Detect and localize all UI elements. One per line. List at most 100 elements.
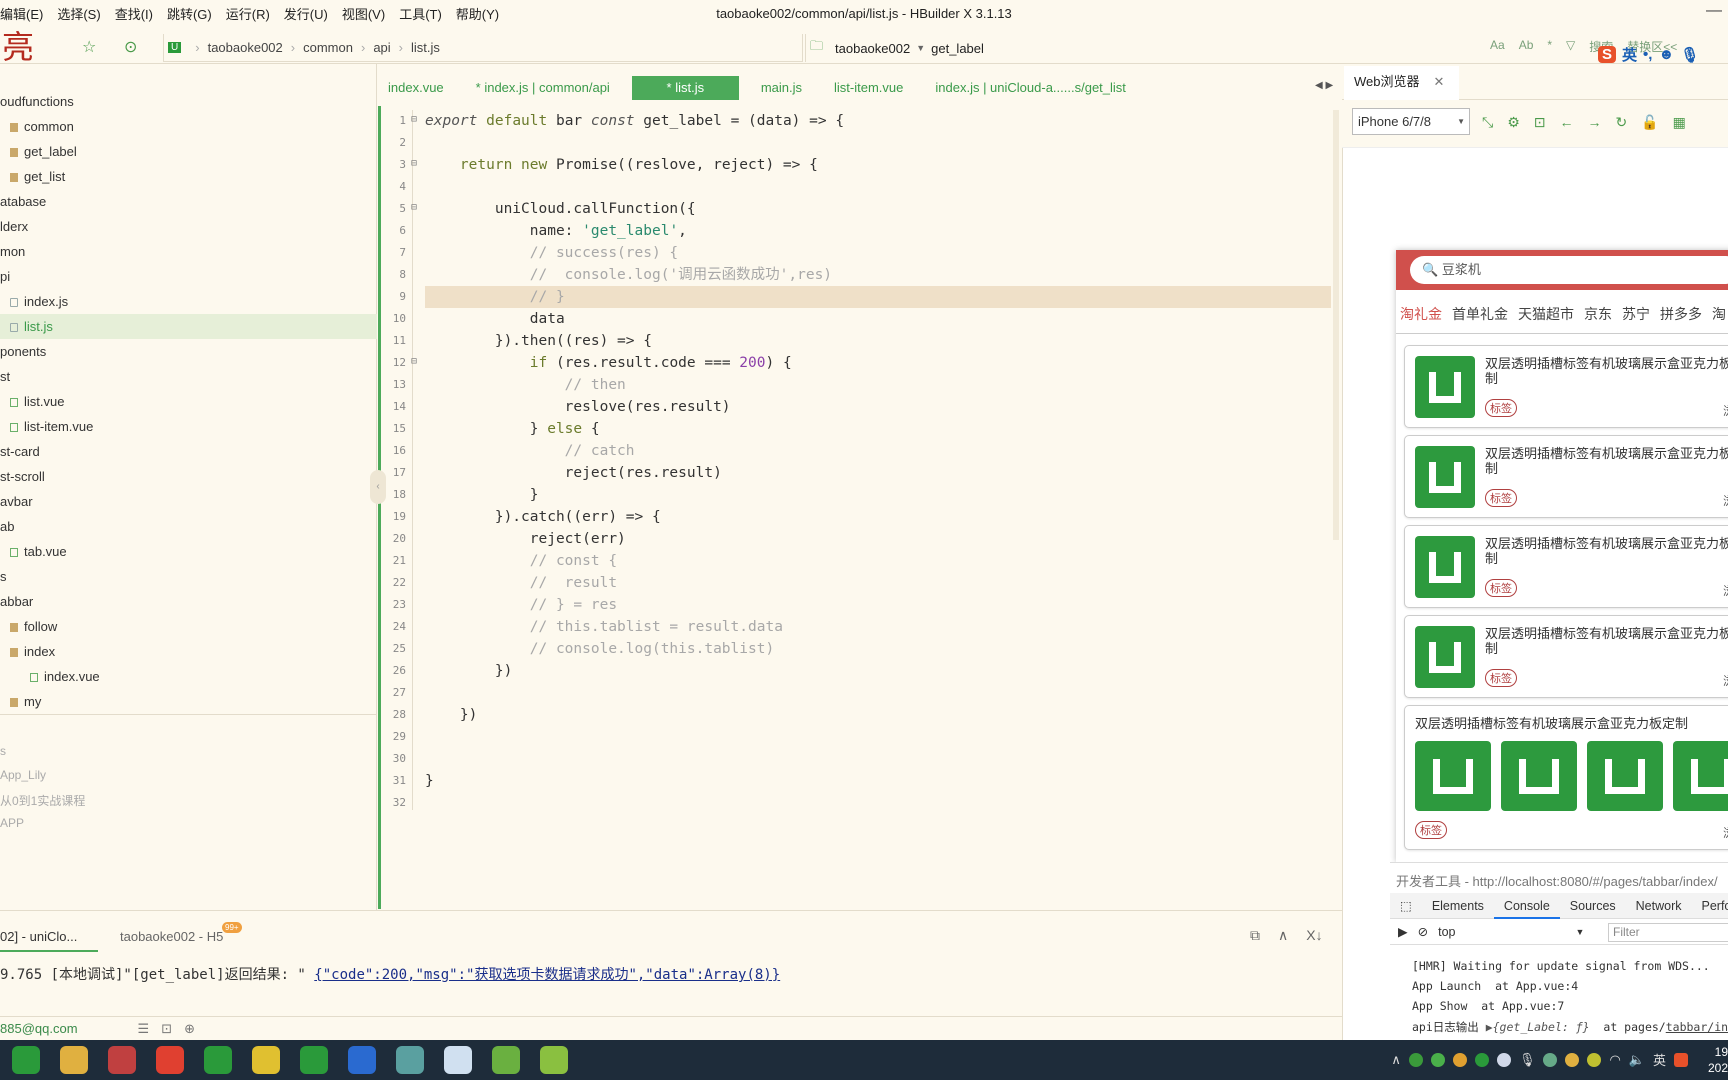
refresh-icon[interactable]: ↻ [1616,114,1628,131]
tab-index-vue[interactable]: index.vue [378,76,454,100]
app-tray-icon[interactable] [1408,1052,1423,1067]
sogou-icon[interactable] [1674,1052,1688,1067]
console-tab-h5[interactable]: taobaoke002 - H5 [120,929,223,944]
phone-nav-item[interactable]: 苏宁 [1622,304,1650,324]
notepad-icon[interactable] [540,1046,568,1074]
tree-item[interactable]: my [0,689,377,714]
export-icon[interactable]: ⧉ [1250,927,1260,944]
devtools-tab-elements[interactable]: Elements [1422,893,1494,919]
code-line[interactable]: // console.log(this.tablist) [425,638,774,660]
code-line[interactable]: } [425,484,539,506]
code-line[interactable]: reject(res.result) [425,462,722,484]
code-line[interactable]: } else { [425,418,600,440]
project-item[interactable]: 从0到1实战课程 [0,792,85,809]
account-email[interactable]: 885@qq.com [0,1021,78,1036]
menu-item[interactable]: 视图(V) [342,4,385,23]
product-card[interactable]: 双层透明插槽标签有机玻璃展示盒亚克力板定制标签浏 [1404,705,1728,850]
editor-scrollbar[interactable] [1333,110,1339,540]
app-icon[interactable] [108,1046,136,1074]
code-line[interactable]: return new Promise((reslove, reject) => … [425,154,818,176]
menu-item[interactable]: 编辑(E) [0,4,43,23]
device-select[interactable]: iPhone 6/7/8 ▼ [1352,108,1470,135]
devtools-tab-console[interactable]: Console [1493,893,1560,919]
close-icon[interactable]: ✕ [1434,74,1445,89]
ime-lang[interactable]: 英 [1622,44,1637,65]
code-line[interactable]: // const { [425,550,617,572]
tree-item[interactable]: list-item.vue [0,414,377,439]
filter-input[interactable]: Filter [1608,923,1728,942]
fold-toggle-icon[interactable]: ⊟ [411,202,417,213]
phone-nav-item[interactable]: 首单礼金 [1452,304,1508,324]
tree-item[interactable]: mon [0,239,377,264]
code-line[interactable]: // this.tablist = result.data [425,616,783,638]
tree-item[interactable]: avbar [0,489,377,514]
tab-list-item-vue[interactable]: list-item.vue [824,76,913,100]
tab-list-js[interactable]: * list.js [631,76,739,100]
menu-item[interactable]: 运行(R) [226,4,270,23]
tree-item[interactable]: atabase [0,189,377,214]
menu-item[interactable]: 查找(I) [115,4,153,23]
baidu-icon[interactable] [1496,1052,1511,1067]
wps-icon[interactable] [348,1046,376,1074]
clock[interactable]: 19 202 [1692,1044,1728,1076]
lock-icon[interactable]: 🔓 [1641,114,1658,131]
app-icon[interactable] [252,1046,280,1074]
code-line[interactable]: reject(err) [425,528,626,550]
tree-item[interactable]: pi [0,264,377,289]
search-input[interactable]: get_label [931,41,984,56]
tab-index-js-common-api[interactable]: * index.js | common/api [466,76,620,100]
phone-nav-item[interactable]: 淘 [1712,304,1726,324]
search-tool[interactable]: * [1547,38,1552,55]
tree-item[interactable]: index [0,639,377,664]
qr-icon[interactable]: ▦ [1673,114,1686,131]
tree-item[interactable]: abbar [0,589,377,614]
tab-web-browser[interactable]: Web浏览器 ✕ [1344,66,1459,100]
code-line[interactable]: }) [425,660,512,682]
menu-item[interactable]: 发行(U) [284,4,328,23]
code-line[interactable]: }).then((res) => { [425,330,652,352]
evernote-icon[interactable] [12,1046,40,1074]
phone-nav-item[interactable]: 京东 [1584,304,1612,324]
tree-item[interactable]: oudfunctions [0,89,377,114]
wechat-icon[interactable] [1430,1052,1445,1067]
inspect-icon[interactable]: ⬚ [1390,893,1422,919]
fold-toggle-icon[interactable]: ⊟ [411,158,417,169]
devtools-tab-network[interactable]: Network [1626,893,1692,919]
file-explorer-icon[interactable] [60,1046,88,1074]
devtools-tab-perform[interactable]: Perform [1692,893,1728,919]
emoji-icon[interactable]: ☻ [1658,46,1674,63]
code-line[interactable]: }) [425,704,477,726]
app-tray-icon[interactable] [1543,1052,1558,1067]
product-card[interactable]: 双层透明插槽标签有机玻璃展示盒亚克力板定制标签浏 [1404,525,1728,608]
console-tab-unicloud[interactable]: 02] - uniClo... [0,929,98,952]
tab-main-js[interactable]: main.js [751,76,812,100]
tree-item[interactable]: get_list [0,164,377,189]
breadcrumb-item[interactable]: api [373,40,390,55]
ime-punct[interactable]: •, [1643,46,1652,63]
code-line[interactable]: // catch [425,440,635,462]
chevron-up-icon[interactable]: ∧ [1278,927,1288,944]
code-line[interactable]: // then [425,374,626,396]
collapse-sidebar-button[interactable]: ‹ [370,470,386,504]
gear-icon[interactable]: ⚙ [1507,114,1520,131]
tree-item[interactable]: get_label [0,139,377,164]
menu-item[interactable]: 工具(T) [399,4,442,23]
phone-nav-item[interactable]: 拼多多 [1660,304,1702,324]
phone-nav-item[interactable]: 淘礼金 [1400,304,1442,324]
code-line[interactable]: if (res.result.code === 200) { [425,352,792,374]
project-item[interactable]: s [0,744,6,758]
forward-icon[interactable]: → [1588,114,1602,131]
product-card[interactable]: 双层透明插槽标签有机玻璃展示盒亚克力板定制标签浏 [1404,435,1728,518]
tree-item[interactable]: lderx [0,214,377,239]
search-tool[interactable]: Ab [1519,38,1534,55]
code-line[interactable]: }).catch((err) => { [425,506,661,528]
globe-icon[interactable]: ⊕ [184,1021,195,1037]
context-select[interactable]: top [1438,925,1455,939]
menu-item[interactable]: 帮助(Y) [456,4,499,23]
app-icon[interactable] [492,1046,520,1074]
tree-item[interactable]: common [0,114,377,139]
console-output-json[interactable]: {"code":200,"msg":"获取选项卡数据请求成功","data":A… [314,967,780,983]
code-line[interactable]: export default bar const get_label = (da… [425,110,844,132]
tree-item[interactable]: ab [0,514,377,539]
console-object[interactable]: ▶{get_Label: ƒ} [1486,1020,1590,1034]
